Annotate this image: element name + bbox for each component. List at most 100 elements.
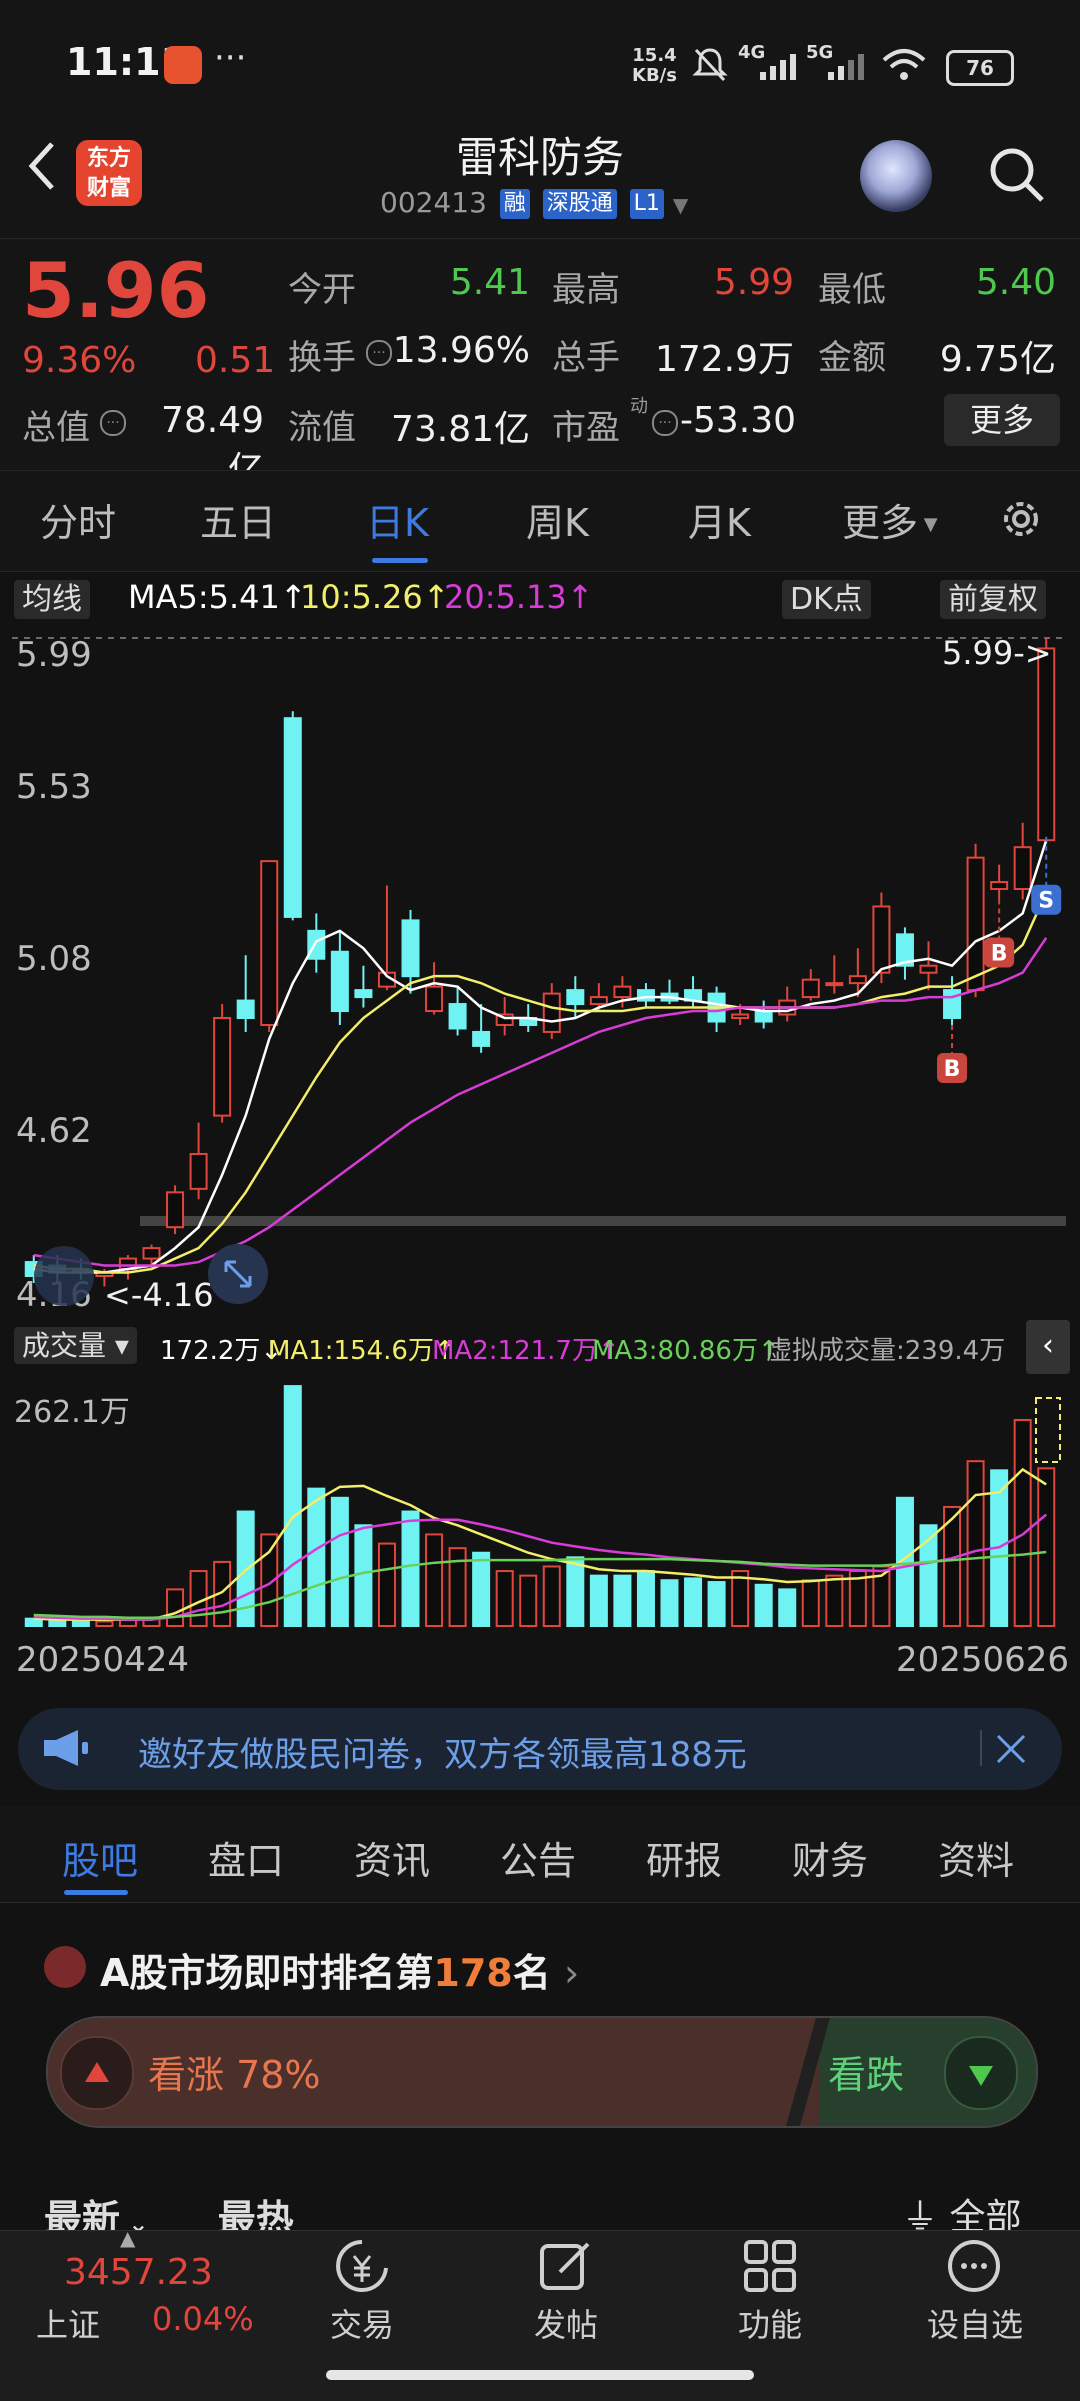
- nav-trade[interactable]: 交易: [300, 2300, 424, 2346]
- open-value: 5.41: [449, 262, 530, 303]
- buy-signal[interactable]: B: [984, 899, 1015, 968]
- tab-more-label: 更多: [842, 501, 919, 545]
- dk-point-label: DK点: [782, 580, 871, 619]
- low-marker: <-4.16: [104, 1276, 214, 1314]
- app-logo[interactable]: 东方 财富: [76, 140, 142, 206]
- candle-body: [754, 1010, 773, 1023]
- stock-code-row[interactable]: 002413 融 深股通 L1 ▼: [380, 186, 688, 219]
- candle-body: [1013, 846, 1032, 891]
- candle: [330, 930, 349, 1025]
- trade-icon[interactable]: [330, 2238, 394, 2296]
- nav-functions[interactable]: 功能: [708, 2300, 832, 2346]
- adjust-label: 前复权: [940, 580, 1046, 619]
- tab-more[interactable]: 更多 ▼: [842, 492, 938, 547]
- collapse-indicator-icon[interactable]: ‹: [1026, 1320, 1070, 1374]
- vol-ma1: MA1:154.6万↑: [268, 1336, 456, 1366]
- candle-body: [401, 919, 420, 978]
- level-tag: L1: [629, 189, 664, 219]
- rank-chevron-icon: ›: [564, 1951, 580, 1995]
- candle: [236, 955, 255, 1032]
- volume-indicator-select[interactable]: 成交量 ▾: [14, 1324, 137, 1364]
- bear-label: 看跌: [828, 2053, 905, 2097]
- search-icon[interactable]: [986, 144, 1046, 204]
- volume-bar: [472, 1551, 491, 1627]
- back-icon[interactable]: [22, 138, 62, 194]
- ma20-value: 20:5.13: [444, 578, 567, 616]
- tab-announcements[interactable]: 公告: [500, 1830, 576, 1885]
- y-label-top: 5.99: [16, 635, 92, 675]
- tab-pankou[interactable]: 盘口: [208, 1830, 284, 1885]
- candle-body: [166, 1191, 185, 1229]
- candle: [660, 979, 679, 1005]
- post-icon[interactable]: [536, 2236, 596, 2296]
- market-rank[interactable]: A股市场即时排名第178名 ›: [100, 1942, 579, 1997]
- candle-body: [472, 1030, 491, 1047]
- y-label-3: 5.08: [16, 939, 92, 979]
- adjust-select[interactable]: 前复权: [940, 574, 1046, 619]
- tab-research[interactable]: 研报: [646, 1830, 722, 1885]
- date-end: 20250626: [896, 1640, 1070, 1680]
- volume-bar: [589, 1574, 608, 1627]
- active-tab-indicator: [372, 558, 428, 563]
- pe-info-icon[interactable]: ···: [652, 410, 678, 436]
- tab-monthly-k[interactable]: 月K: [688, 492, 751, 547]
- pe-label: 市盈: [552, 408, 620, 448]
- tab-profile[interactable]: 资料: [938, 1830, 1014, 1885]
- candle: [636, 983, 655, 1008]
- home-indicator[interactable]: [326, 2370, 754, 2380]
- add-watchlist-icon[interactable]: [944, 2236, 1004, 2296]
- bear-arrow-button[interactable]: [944, 2036, 1018, 2110]
- vol-ma3: MA3:80.86万↑: [592, 1336, 780, 1366]
- volume-bar: [307, 1487, 326, 1627]
- net-speed-value: 15.4: [632, 45, 677, 66]
- candle: [754, 1000, 773, 1029]
- tab-intraday[interactable]: 分时: [40, 492, 116, 547]
- tab-daily-k[interactable]: 日K: [366, 492, 429, 547]
- bull-arrow-button[interactable]: [60, 2036, 134, 2110]
- chart-settings-gear-icon[interactable]: [996, 494, 1046, 544]
- market-cap-info-icon[interactable]: ···: [100, 410, 126, 436]
- tab-news[interactable]: 资讯: [354, 1830, 430, 1885]
- turnover-info-icon[interactable]: ···: [366, 340, 392, 366]
- turnover-label: 换手: [288, 338, 356, 378]
- promo-text[interactable]: 邀好友做股民问卷，双方各领最高188元: [138, 1727, 747, 1776]
- vol-ma2-value: MA2:121.7万: [432, 1336, 598, 1366]
- index-name[interactable]: 上证: [36, 2300, 100, 2346]
- tab-five-day[interactable]: 五日: [200, 492, 276, 547]
- kline-chart[interactable]: 5.99 5.53 5.08 4.62 4.16 5.99-> <-4.16 B…: [0, 626, 1080, 1316]
- rank-suffix: 名: [512, 1951, 551, 1995]
- candle-body: [731, 1013, 750, 1020]
- candle-body: [919, 964, 938, 974]
- volume-bar: [330, 1496, 349, 1627]
- candle-body: [825, 982, 844, 987]
- indicator-type-select[interactable]: 均线: [14, 574, 90, 619]
- tab-finance[interactable]: 财务: [792, 1830, 868, 1885]
- functions-grid-icon[interactable]: [740, 2236, 800, 2296]
- tab-guba[interactable]: 股吧: [62, 1830, 138, 1885]
- nav-post[interactable]: 发帖: [504, 2300, 628, 2346]
- turnover-value: 13.96%: [392, 330, 530, 371]
- candle: [425, 962, 444, 1015]
- volume-chart[interactable]: 262.1万: [0, 1376, 1080, 1632]
- index-up-caret-icon: ▲: [120, 2226, 136, 2250]
- candle: [848, 948, 867, 998]
- volume-bar: [519, 1574, 538, 1627]
- collapse-chart-icon[interactable]: [34, 1246, 94, 1306]
- nav-add-watchlist[interactable]: 设自选: [910, 2300, 1040, 2346]
- more-fields-button[interactable]: 更多: [944, 394, 1060, 446]
- index-value[interactable]: 3457.23: [64, 2252, 213, 2293]
- volume-bar: [613, 1574, 632, 1627]
- ma5-line: [33, 839, 1048, 1274]
- dk-point-select[interactable]: DK点: [782, 574, 871, 619]
- buy-signal[interactable]: B: [937, 1024, 968, 1083]
- assistant-robot-icon[interactable]: [860, 140, 932, 212]
- date-start: 20250424: [16, 1640, 190, 1680]
- close-icon[interactable]: [994, 1732, 1028, 1766]
- ma10-line: [33, 891, 1048, 1274]
- candle: [542, 983, 561, 1039]
- vol-current: 172.2万↓: [160, 1336, 283, 1366]
- tab-weekly-k[interactable]: 周K: [526, 492, 589, 547]
- index-change[interactable]: 0.04%: [152, 2300, 254, 2338]
- vol-ma3-value: MA3:80.86万: [592, 1336, 758, 1366]
- volume-max-label: 262.1万: [14, 1395, 130, 1430]
